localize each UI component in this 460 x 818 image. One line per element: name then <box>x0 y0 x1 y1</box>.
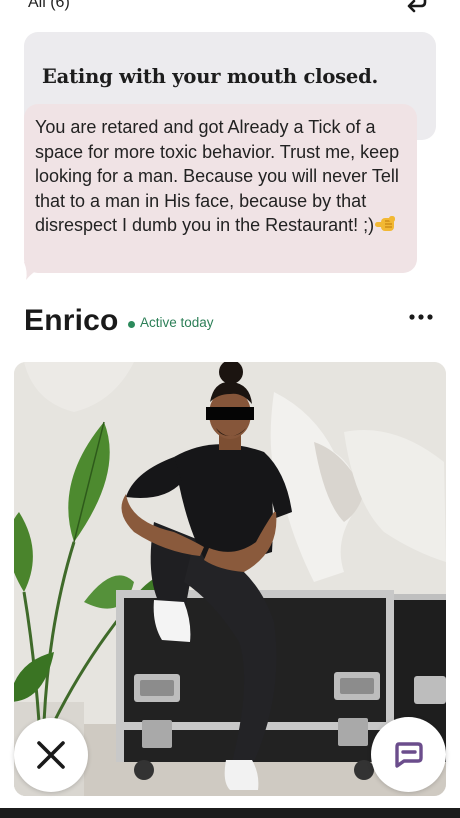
bottom-bar <box>0 808 460 818</box>
reply-bubble: You are retared and got Already a Tick o… <box>24 104 417 273</box>
profile-name: Enrico <box>24 304 119 337</box>
chat-bubble-icon <box>395 742 423 768</box>
close-x-icon <box>37 741 65 769</box>
send-message-button[interactable] <box>371 717 446 792</box>
pointing-fist-emoji <box>375 216 396 231</box>
prompt-text: Eating with your mouth closed. <box>42 65 379 88</box>
profile-header: Enrico Active today <box>24 298 436 342</box>
filter-label[interactable]: All (6) <box>28 0 70 12</box>
active-status-dot <box>128 321 135 328</box>
more-dots-icon[interactable] <box>408 310 434 324</box>
reply-text: You are retared and got Already a Tick o… <box>35 117 400 235</box>
reply-message: You are retared and got Already a Tick o… <box>35 115 413 238</box>
active-status: Active today <box>140 315 214 330</box>
return-arrow-icon[interactable] <box>404 0 430 16</box>
top-bar: All (6) <box>0 0 460 22</box>
dismiss-button[interactable] <box>14 718 88 792</box>
